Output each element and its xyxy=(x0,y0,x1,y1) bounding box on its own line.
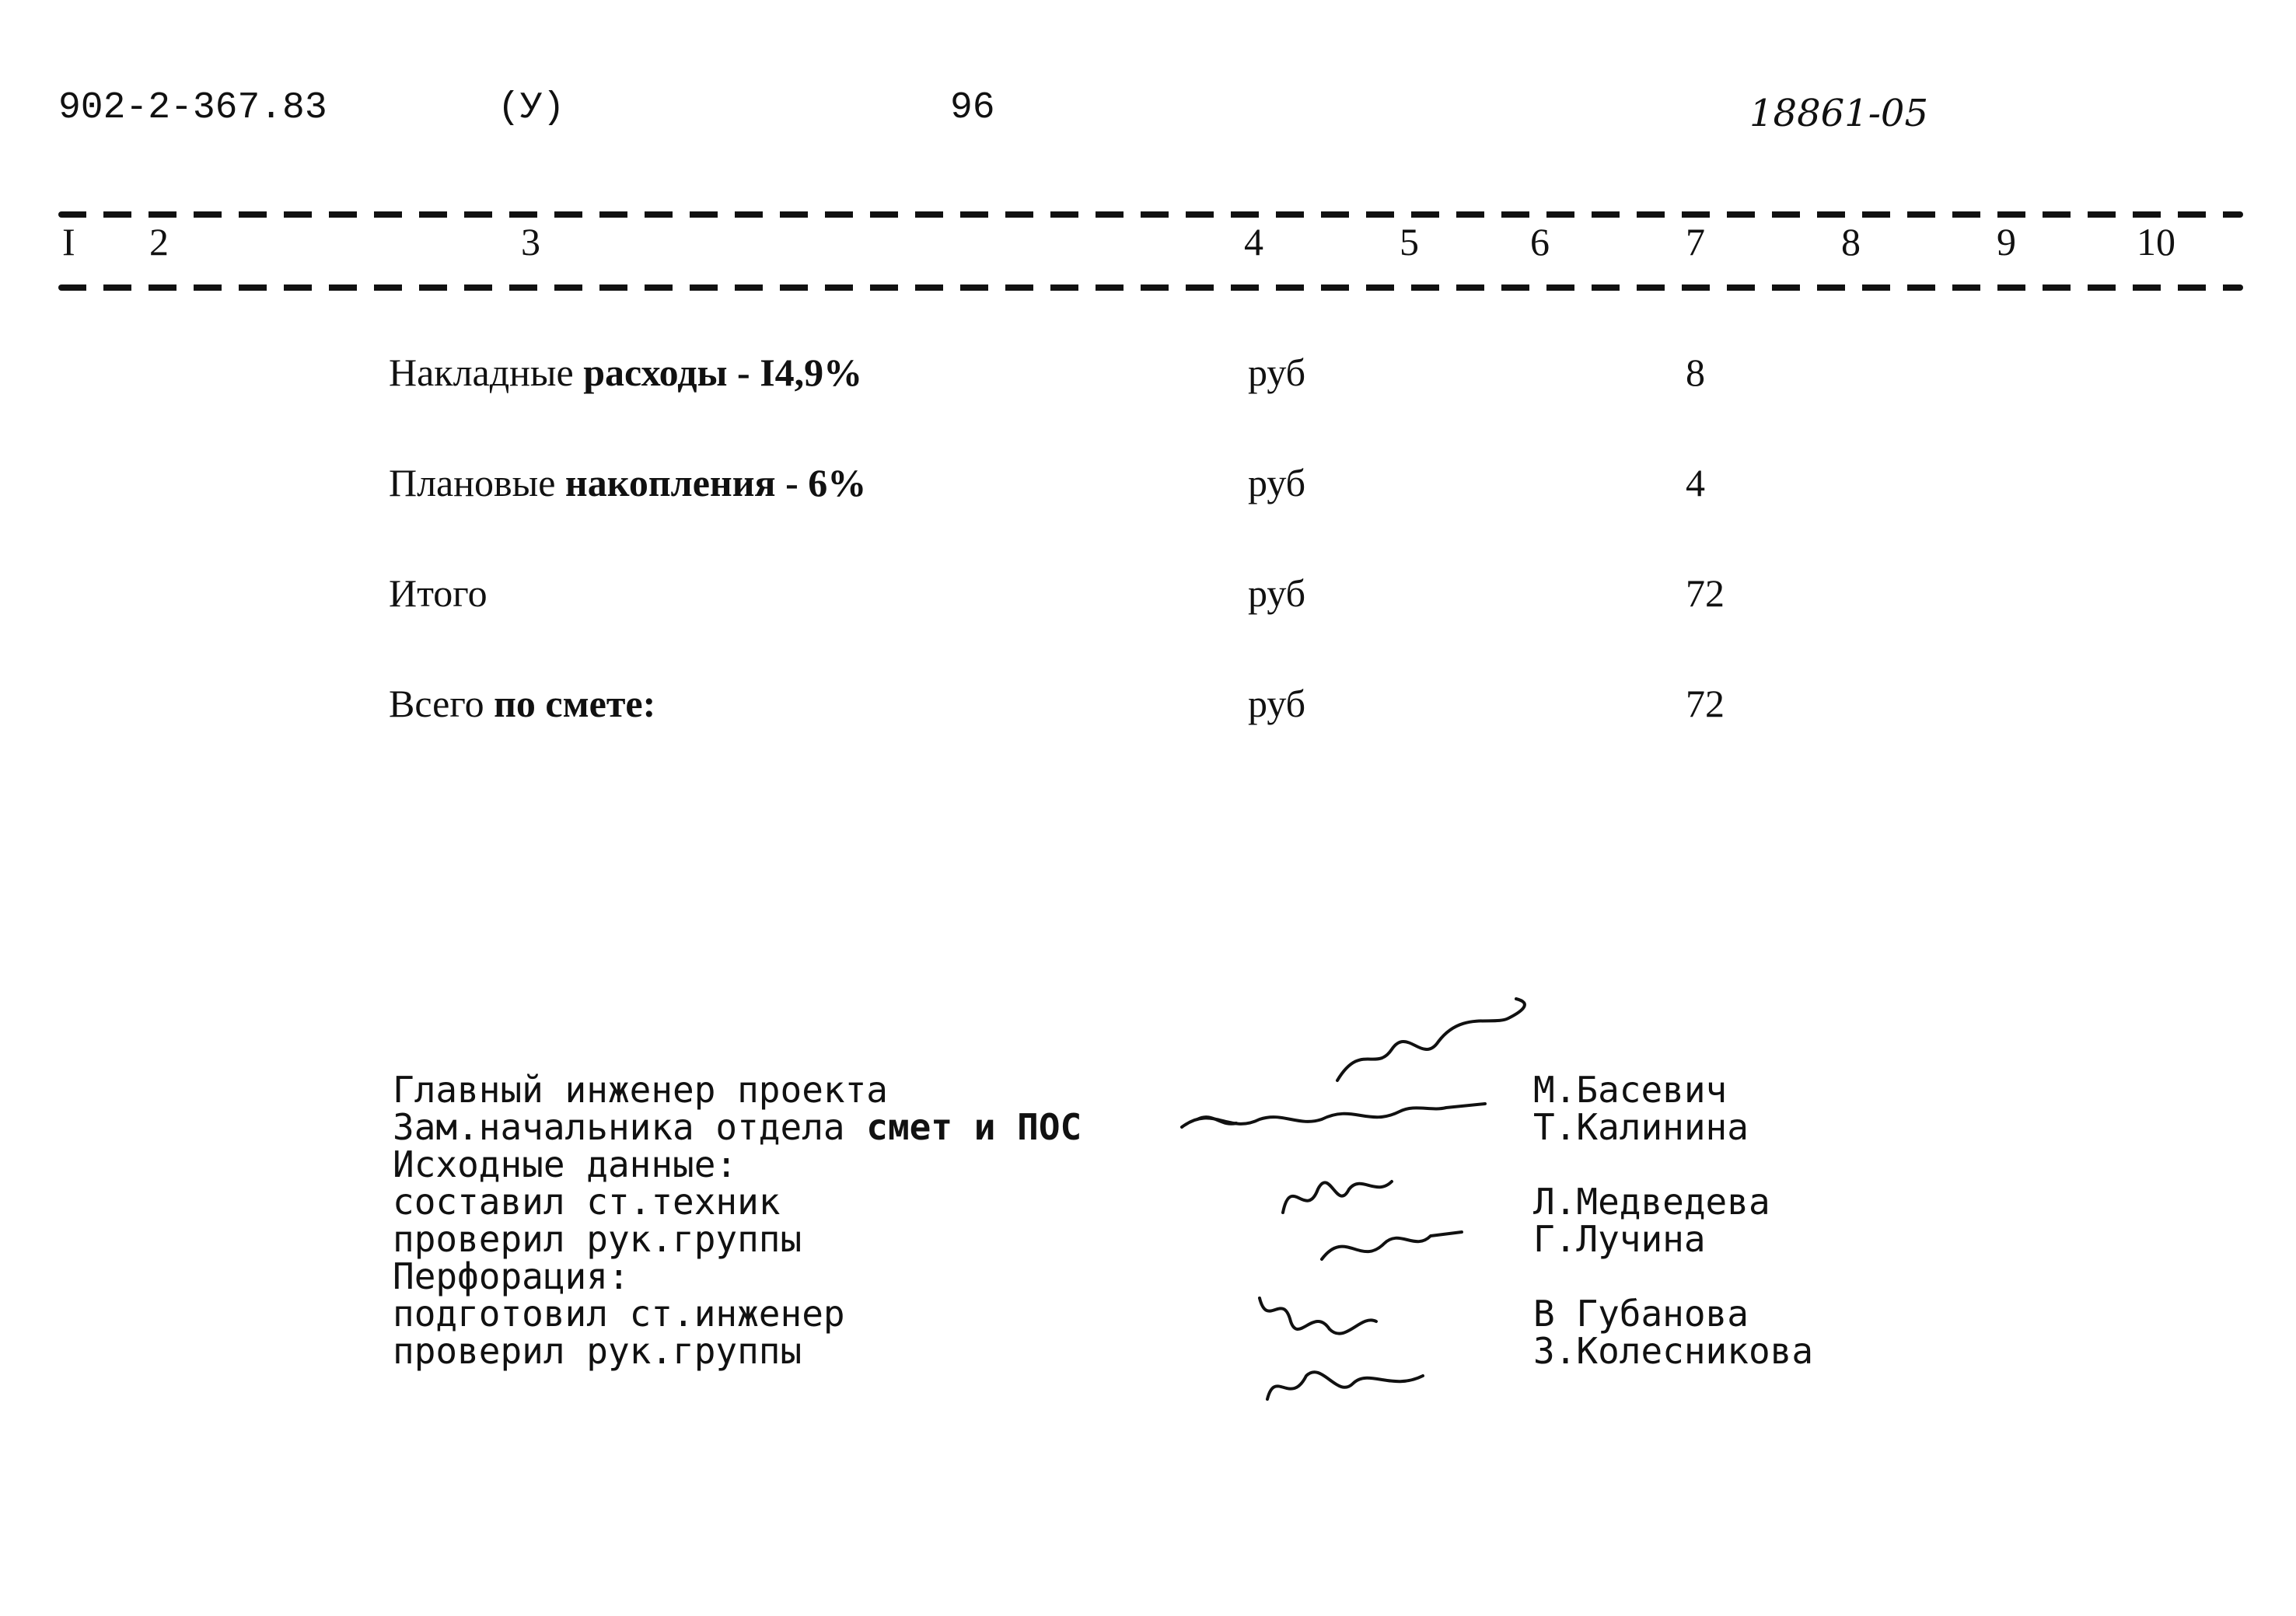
column-number: 2 xyxy=(149,220,169,264)
table-header-rule xyxy=(58,284,2243,291)
row-description: Плановые накопления - 6% xyxy=(389,461,867,504)
signature-role: Зам.начальника отдела смет и ПОС xyxy=(393,1106,1082,1148)
signature-section-heading: Перфорация: xyxy=(393,1255,630,1297)
row-description: Всего по смете: xyxy=(389,682,656,725)
signature-role: составил ст.техник xyxy=(393,1181,781,1223)
handwritten-signature xyxy=(1281,1180,1463,1261)
row-unit: руб xyxy=(1248,682,1306,725)
column-number: 8 xyxy=(1841,220,1861,264)
row-unit: руб xyxy=(1248,351,1306,394)
signatory-name: Л.Медведева xyxy=(1533,1181,1770,1223)
column-number: I xyxy=(62,220,75,264)
row-description: Накладные расходы - I4,9% xyxy=(389,351,863,394)
row-unit: руб xyxy=(1248,571,1306,615)
signatory-name: В Губанова xyxy=(1533,1293,1749,1335)
archive-number: 18861-05 xyxy=(1749,92,1928,135)
handwritten-signature xyxy=(1258,1297,1424,1401)
signatory-name: Т.Калинина xyxy=(1533,1106,1749,1148)
handwritten-signature xyxy=(1180,997,1526,1129)
column-number: 6 xyxy=(1530,220,1550,264)
column-number: 7 xyxy=(1686,220,1705,264)
column-number: 10 xyxy=(2137,220,2175,264)
signature-role: проверил рук.группы xyxy=(393,1218,802,1260)
signature-role: Главный инженер проекта xyxy=(393,1069,888,1111)
row-value: 72 xyxy=(1686,682,1725,725)
signatory-name: Г.Лучина xyxy=(1533,1218,1706,1260)
signature-section-heading: Исходные данные: xyxy=(393,1143,738,1185)
signatory-name: М.Басевич xyxy=(1533,1069,1728,1111)
signature-role: подготовил ст.инженер xyxy=(393,1293,845,1335)
page-number: 96 xyxy=(950,87,995,129)
column-number: 5 xyxy=(1400,220,1419,264)
table-top-rule xyxy=(58,211,2243,218)
row-value: 72 xyxy=(1686,571,1725,615)
signatory-name: З.Колесникова xyxy=(1533,1330,1814,1372)
row-value: 8 xyxy=(1686,351,1705,394)
row-unit: руб xyxy=(1248,461,1306,504)
column-number: 9 xyxy=(1997,220,2016,264)
project-code: 902-2-367.83 xyxy=(58,87,327,129)
row-value: 4 xyxy=(1686,461,1705,504)
document-mark: (У) xyxy=(498,87,565,129)
column-number: 4 xyxy=(1244,220,1263,264)
column-number: 3 xyxy=(521,220,540,264)
signature-role: проверил рук.группы xyxy=(393,1330,802,1372)
row-description: Итого xyxy=(389,571,488,615)
